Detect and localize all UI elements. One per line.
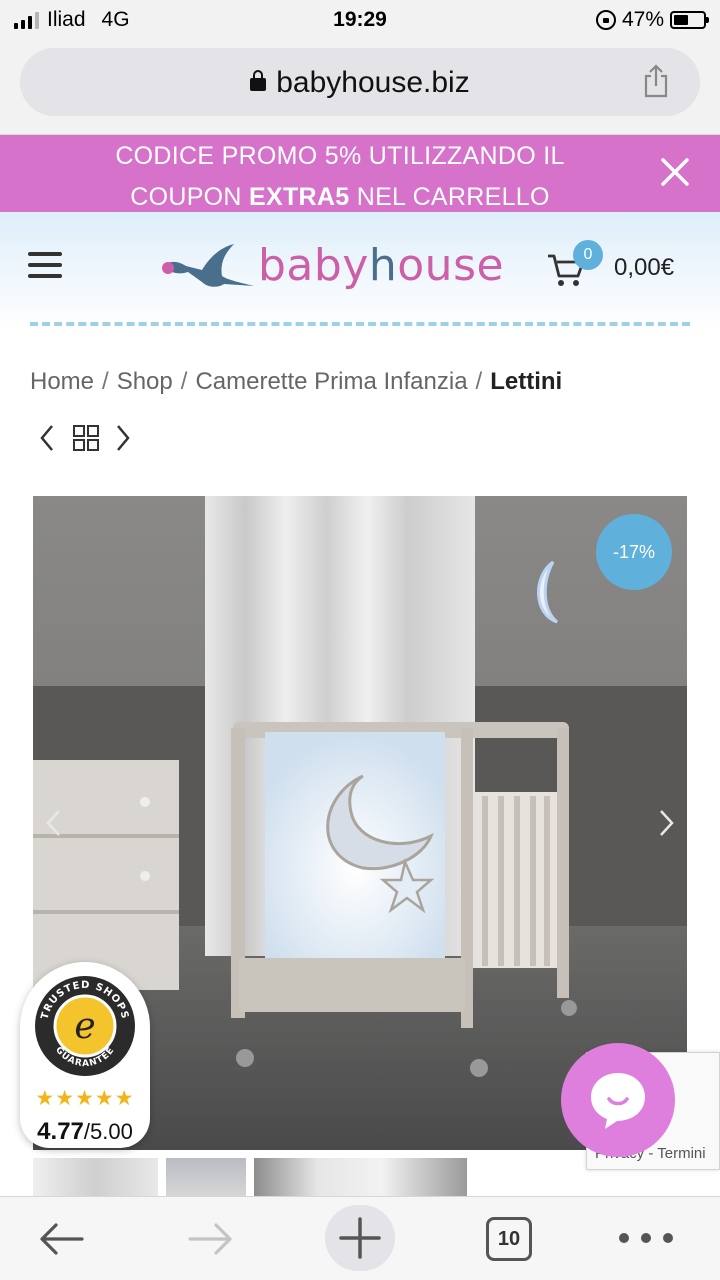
- status-right: 47%: [595, 8, 709, 32]
- thumbnail[interactable]: [166, 1158, 246, 1196]
- address-bar[interactable]: babyhouse.biz: [20, 48, 700, 116]
- browser-address-area: babyhouse.biz: [0, 40, 720, 135]
- forward-icon[interactable]: [186, 1219, 236, 1259]
- product-navigation: [40, 425, 130, 451]
- url-label: babyhouse.biz: [276, 66, 470, 99]
- stork-logo-icon: [162, 244, 254, 287]
- header-divider: [30, 322, 690, 326]
- gallery-previous-icon[interactable]: [44, 808, 62, 838]
- promo-banner: CODICE PROMO 5% UTILIZZANDO IL COUPON EX…: [0, 135, 720, 212]
- browser-toolbar: 10: [0, 1196, 720, 1280]
- thumbnail[interactable]: [254, 1158, 467, 1196]
- rating-stars: ★★★★★: [35, 1087, 135, 1110]
- battery-percent: 47%: [621, 8, 664, 31]
- share-icon[interactable]: [642, 64, 670, 98]
- sale-badge: -17%: [596, 514, 672, 590]
- menu-icon[interactable]: [28, 252, 62, 278]
- previous-product-icon[interactable]: [40, 425, 53, 451]
- chat-button[interactable]: [561, 1043, 675, 1157]
- cart-total[interactable]: 0,00€: [614, 254, 674, 282]
- breadcrumb-home[interactable]: Home: [30, 368, 94, 395]
- chat-icon: [591, 1073, 645, 1129]
- status-bar: Iliad 4G 19:29 47%: [0, 0, 720, 40]
- breadcrumb-shop[interactable]: Shop: [117, 368, 173, 395]
- orientation-lock-icon: [595, 10, 616, 30]
- more-options-icon[interactable]: [616, 1231, 676, 1245]
- padlock-icon: [250, 70, 267, 91]
- trusted-shops-seal-icon: e TRUSTED SHOPS GUARANTEE: [35, 976, 135, 1076]
- promo-code: EXTRA5: [249, 183, 350, 211]
- svg-text:e: e: [74, 1006, 95, 1047]
- next-product-icon[interactable]: [117, 425, 130, 451]
- breadcrumb-category[interactable]: Camerette Prima Infanzia: [195, 368, 467, 395]
- new-tab-button[interactable]: [325, 1205, 395, 1271]
- plus-icon: [339, 1217, 381, 1259]
- back-icon[interactable]: [36, 1219, 86, 1259]
- grid-icon[interactable]: [73, 425, 99, 451]
- cart-count-badge[interactable]: 0: [573, 240, 603, 270]
- site-logo[interactable]: babyhouse: [158, 236, 505, 302]
- promo-line-1: CODICE PROMO 5% UTILIZZANDO IL: [115, 142, 565, 170]
- site-header: babyhouse: [0, 212, 720, 332]
- rating-score: 4.77/5.00: [37, 1118, 133, 1145]
- breadcrumb-current: Lettini: [490, 368, 563, 395]
- battery-icon: [670, 11, 709, 29]
- breadcrumb: Home / Shop / Camerette Prima Infanzia / Letti…: [30, 368, 563, 395]
- trusted-shops-badge[interactable]: e TRUSTED SHOPS GUARANTEE ★★★★★ 4.77/5.0…: [20, 962, 150, 1148]
- tab-switcher-button[interactable]: 10: [486, 1217, 532, 1261]
- thumbnail-strip: [33, 1158, 467, 1196]
- gallery-next-icon[interactable]: [658, 808, 676, 838]
- close-icon[interactable]: [660, 157, 690, 187]
- promo-text: CODICE PROMO 5% UTILIZZANDO IL COUPON EX…: [40, 136, 640, 218]
- thumbnail[interactable]: [33, 1158, 158, 1196]
- address-bar-text[interactable]: babyhouse.biz: [20, 66, 700, 100]
- logo-wordmark: babyhouse: [258, 240, 505, 291]
